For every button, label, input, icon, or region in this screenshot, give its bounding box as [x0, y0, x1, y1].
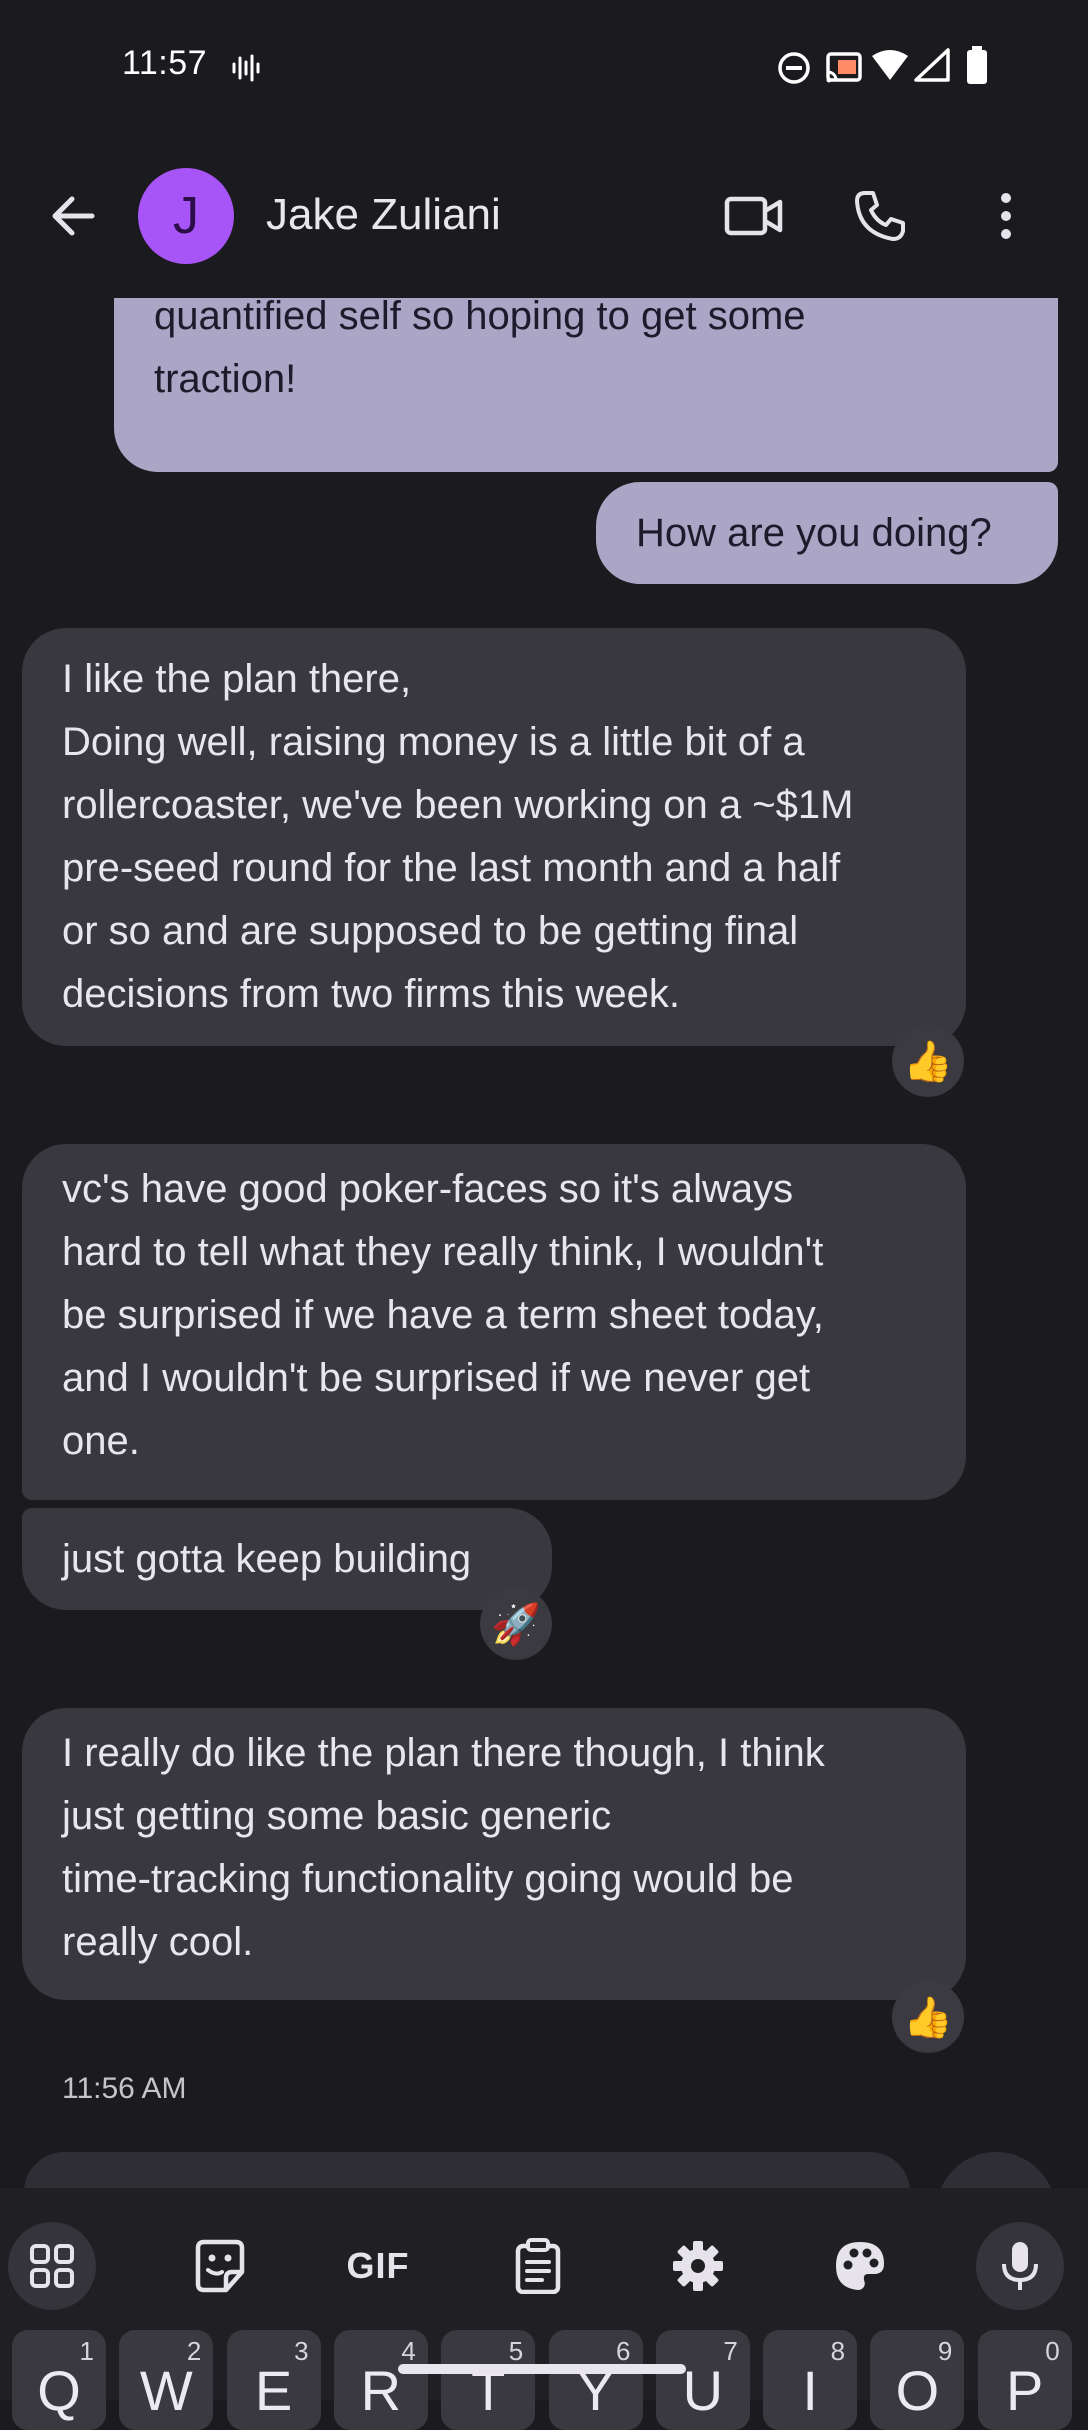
apps-grid-icon [30, 2244, 74, 2288]
phone-call-button[interactable] [844, 180, 916, 252]
key-w[interactable]: 2W [119, 2330, 214, 2430]
key-u[interactable]: 7U [655, 2330, 750, 2430]
phone-icon [855, 191, 905, 241]
message-text: just gotta keep building [62, 1537, 472, 1581]
message-text: How are you doing? [636, 511, 992, 555]
message-bubble-outgoing[interactable]: How are you doing? [596, 482, 1058, 584]
home-gesture-bar[interactable] [398, 2364, 686, 2374]
key-label: Q [37, 2359, 81, 2422]
thumbs-up-reaction: 👍 [903, 1995, 953, 2040]
avatar-initial: J [173, 187, 199, 245]
battery-icon [967, 46, 987, 84]
contact-name[interactable]: Jake Zuliani [266, 190, 501, 240]
key-i[interactable]: 8I [763, 2330, 858, 2430]
conversation-header: J Jake Zuliani [0, 134, 1088, 298]
reaction-badge[interactable]: 👍 [892, 1981, 964, 2053]
message-bubble-incoming[interactable]: just gotta keep building [22, 1508, 552, 1610]
message-text: And also going to post it on Reddit quan… [154, 298, 806, 401]
key-label: I [802, 2359, 818, 2422]
video-call-icon [724, 196, 783, 236]
key-q[interactable]: 1Q [12, 2330, 106, 2430]
wifi-icon [872, 50, 908, 80]
message-bubble-outgoing[interactable]: And also going to post it on Reddit quan… [114, 298, 1058, 472]
more-options-button[interactable] [970, 180, 1042, 252]
cast-icon [826, 52, 862, 83]
clipboard-button[interactable] [486, 2214, 590, 2318]
gif-label: GIF [346, 2245, 410, 2286]
reaction-badge[interactable]: 👍 [892, 1025, 964, 1097]
key-o[interactable]: 9O [870, 2330, 965, 2430]
status-time: 11:57 [122, 44, 208, 82]
message-text: I really do like the plan there though, … [62, 1731, 825, 1964]
message-bubble-incoming[interactable]: I like the plan there, Doing well, raisi… [22, 628, 966, 1046]
message-text: I like the plan there, Doing well, raisi… [62, 657, 854, 1016]
more-options-icon [1001, 193, 1011, 239]
key-r[interactable]: 4R [333, 2330, 428, 2430]
voice-input-button[interactable] [976, 2222, 1064, 2310]
status-bar: 11:57 [0, 0, 1088, 134]
key-t[interactable]: 5T [441, 2330, 536, 2430]
rocket-reaction: 🚀 [491, 1602, 541, 1647]
gif-button[interactable]: GIF [326, 2214, 430, 2318]
do-not-disturb-icon [778, 52, 810, 84]
signal-icon [914, 48, 950, 82]
theme-button[interactable] [808, 2214, 912, 2318]
avatar[interactable]: J [138, 168, 234, 264]
key-y[interactable]: 6Y [548, 2330, 643, 2430]
palette-icon [836, 2242, 884, 2290]
key-p[interactable]: 0P [977, 2330, 1072, 2430]
key-label: W [139, 2359, 193, 2422]
thumbs-up-reaction: 👍 [903, 1039, 953, 1084]
settings-icon [673, 2241, 723, 2291]
key-label: E [254, 2359, 293, 2422]
back-button[interactable] [44, 186, 104, 246]
keyboard-settings-button[interactable] [646, 2214, 750, 2318]
video-call-button[interactable] [718, 180, 790, 252]
message-text: vc's have good poker-faces so it's alway… [62, 1167, 824, 1463]
reaction-badge[interactable]: 🚀 [480, 1588, 552, 1660]
apps-button[interactable] [8, 2222, 96, 2310]
voice-activity-icon [232, 54, 260, 82]
sticker-button[interactable] [168, 2214, 272, 2318]
message-list[interactable]: And also going to post it on Reddit quan… [0, 298, 1088, 2188]
message-bubble-incoming[interactable]: I really do like the plan there though, … [22, 1708, 966, 2000]
key-e[interactable]: 3E [226, 2330, 321, 2430]
sticker-icon [195, 2239, 245, 2293]
back-arrow-icon [52, 196, 95, 236]
key-label: O [895, 2359, 940, 2422]
microphone-icon [1002, 2242, 1038, 2290]
message-bubble-incoming[interactable]: vc's have good poker-faces so it's alway… [22, 1144, 966, 1500]
message-timestamp: 11:56 AM [62, 2072, 187, 2105]
clipboard-icon [515, 2238, 561, 2294]
key-label: P [1006, 2359, 1044, 2422]
